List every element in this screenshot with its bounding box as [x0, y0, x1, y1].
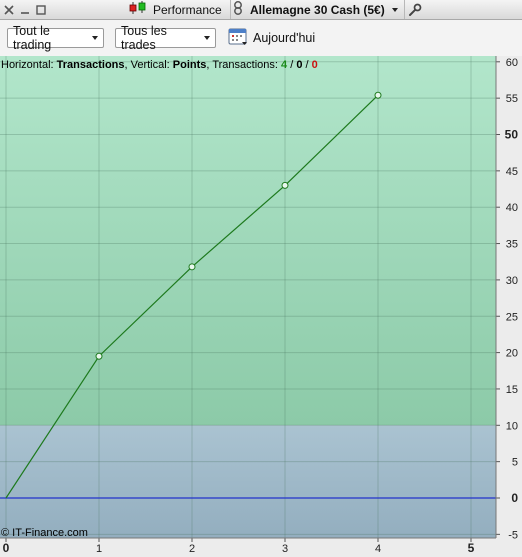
- instrument-selector[interactable]: Allemagne 30 Cash (5€): [231, 0, 398, 19]
- chevron-down-icon: [92, 36, 98, 40]
- data-point: [95, 352, 103, 360]
- y-tick-label: 60: [506, 57, 518, 69]
- toolbar-divider: [404, 0, 405, 19]
- x-tick-label: 5: [468, 541, 475, 555]
- date-label: Aujourd'hui: [253, 31, 316, 45]
- legend-v-value: Points: [173, 59, 207, 71]
- x-tick-label: 2: [189, 543, 195, 555]
- instrument-name: Allemagne 30 Cash (5€): [250, 2, 385, 17]
- data-point: [374, 91, 382, 99]
- loss-zone: [0, 425, 496, 538]
- data-point: [281, 181, 289, 189]
- chevron-down-icon: [204, 36, 210, 40]
- legend-slash: /: [302, 59, 311, 71]
- x-tick-label: 0: [3, 541, 10, 555]
- y-tick-label: 40: [506, 202, 518, 214]
- trading-filter-value: Tout le trading: [13, 24, 52, 52]
- performance-button[interactable]: Performance: [128, 0, 222, 19]
- x-tick-label: 4: [375, 543, 381, 555]
- legend-v-prefix: , Vertical:: [125, 59, 173, 71]
- legend-h-value: Transactions: [57, 59, 125, 71]
- data-point: [188, 263, 196, 271]
- legend-count-loss: 0: [312, 59, 318, 71]
- candlestick-icon: [128, 1, 148, 18]
- legend-h-prefix: Horizontal:: [1, 59, 57, 71]
- watermark: © IT-Finance.com: [1, 527, 88, 539]
- x-axis-panel: [0, 538, 496, 557]
- y-tick-label: 0: [511, 491, 518, 505]
- chevron-down-icon: [391, 7, 398, 12]
- trades-filter-dropdown[interactable]: Tous les trades: [115, 24, 216, 52]
- y-tick-label: 10: [506, 420, 518, 432]
- calendar-icon: [228, 27, 248, 50]
- minimize-icon[interactable]: [18, 0, 32, 19]
- x-tick-label: 3: [282, 543, 288, 555]
- legend-slash: /: [287, 59, 296, 71]
- y-tick-label: -5: [508, 529, 518, 541]
- filter-toolbar: Tout le trading Tous les trades Aujourd'…: [0, 20, 522, 57]
- chart-legend: Horizontal: Transactions, Vertical: Poin…: [1, 59, 318, 71]
- y-tick-label: 50: [505, 128, 519, 142]
- legend-t-prefix: , Transactions:: [206, 59, 281, 71]
- y-tick-label: 55: [506, 93, 518, 105]
- y-tick-label: 5: [512, 457, 518, 469]
- link-icon: [231, 0, 245, 19]
- y-tick-label: 45: [506, 166, 518, 178]
- close-icon[interactable]: [2, 0, 16, 19]
- performance-label: Performance: [153, 2, 222, 17]
- y-tick-label: 25: [506, 311, 518, 323]
- trading-filter-dropdown[interactable]: Tout le trading: [7, 24, 104, 52]
- maximize-icon[interactable]: [34, 0, 48, 19]
- date-selector[interactable]: Aujourd'hui: [228, 28, 315, 48]
- profit-zone: [0, 56, 496, 426]
- y-tick-label: 20: [506, 348, 518, 360]
- wrench-icon[interactable]: [408, 0, 422, 19]
- y-tick-label: 35: [506, 239, 518, 251]
- y-tick-label: 30: [506, 275, 518, 287]
- y-tick-label: 15: [506, 384, 518, 396]
- x-tick-label: 1: [96, 543, 102, 555]
- title-bar: Performance Allemagne 30 Cash (5€): [0, 0, 522, 20]
- trades-filter-value: Tous les trades: [121, 24, 167, 52]
- performance-chart: -5051015202530354045505560 012345 Horizo…: [0, 56, 522, 557]
